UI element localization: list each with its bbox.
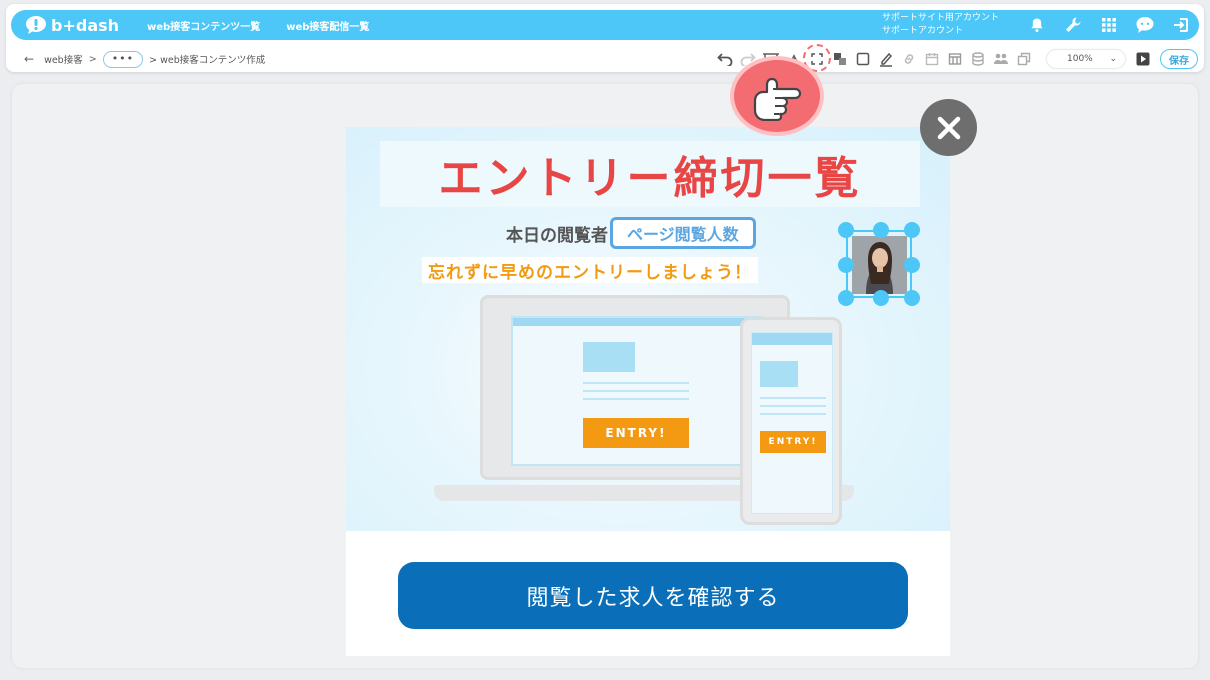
resize-handle-bottom-left[interactable] xyxy=(838,290,854,306)
account-info[interactable]: サポートサイト用アカウント サポートアカウント xyxy=(882,12,999,38)
resize-handle-top-right[interactable] xyxy=(904,222,920,238)
pen-icon[interactable] xyxy=(874,47,897,71)
subtitle-box: 忘れずに早めのエントリーしましょう！ xyxy=(422,257,758,283)
popup-title: エントリー締切一覧 xyxy=(438,153,862,204)
breadcrumb-separator: > xyxy=(88,53,97,65)
nav-delivery-list[interactable]: web接客配信一覧 xyxy=(286,18,369,33)
phone-entry-label: ENTRY! xyxy=(760,431,826,453)
users-icon[interactable] xyxy=(989,47,1012,71)
viewers-label: 本日の閲覧者 xyxy=(506,225,608,246)
grid-icon[interactable] xyxy=(1091,10,1127,40)
laptop-entry-label: ENTRY! xyxy=(583,418,689,448)
resize-handle-left[interactable] xyxy=(838,257,854,273)
table-icon[interactable] xyxy=(943,47,966,71)
database-icon[interactable] xyxy=(966,47,989,71)
phone-text-line xyxy=(760,405,826,407)
resize-handle-bottom-right[interactable] xyxy=(904,290,920,306)
phone-screen: ENTRY! xyxy=(751,332,833,514)
laptop-image-placeholder xyxy=(583,342,635,372)
breadcrumb-root[interactable]: web接客 xyxy=(44,52,83,66)
undo-icon[interactable] xyxy=(713,47,736,71)
account-line1: サポートサイト用アカウント xyxy=(881,13,999,23)
header-bar: b+dash web接客コンテンツ一覧 web接客配信一覧 サポートサイト用アカ… xyxy=(11,10,1199,40)
phone-text-line xyxy=(760,397,826,399)
save-button[interactable]: 保存 xyxy=(1160,49,1198,69)
laptop-screen: ENTRY! xyxy=(511,316,763,466)
hand-pointer-icon xyxy=(730,56,824,136)
breadcrumb-current: > web接客コンテンツ作成 xyxy=(149,55,266,66)
copy-icon[interactable] xyxy=(1012,47,1035,71)
laptop-text-line xyxy=(583,382,689,384)
popup-subtitle: 忘れずに早めのエントリーしましょう！ xyxy=(428,262,752,283)
top-panel: b+dash web接客コンテンツ一覧 web接客配信一覧 サポートサイト用アカ… xyxy=(6,4,1204,72)
zoom-select[interactable]: 100% ⌄ xyxy=(1047,50,1125,68)
header-right: サポートサイト用アカウント サポートアカウント xyxy=(882,10,1199,40)
resize-handle-top-left[interactable] xyxy=(838,222,854,238)
preview-play-icon[interactable] xyxy=(1131,47,1154,71)
calendar-icon[interactable] xyxy=(920,47,943,71)
selected-photo[interactable] xyxy=(838,222,920,306)
logo[interactable]: b+dash xyxy=(25,15,119,35)
zoom-value: 100% xyxy=(1067,54,1093,64)
wrench-icon[interactable] xyxy=(1055,10,1091,40)
banner-image[interactable]: エントリー締切一覧 本日の閲覧者 ページ閲覧人数 忘れずに早めのエントリーしまし… xyxy=(346,127,950,531)
link-icon[interactable] xyxy=(897,47,920,71)
resize-handle-bottom[interactable] xyxy=(873,290,889,306)
back-arrow-icon[interactable]: ← xyxy=(24,52,34,66)
cta-button[interactable]: 閲覧した求人を確認する xyxy=(398,562,908,629)
popup-content: エントリー締切一覧 本日の閲覧者 ページ閲覧人数 忘れずに早めのエントリーしまし… xyxy=(346,127,950,656)
account-line2: サポートアカウント xyxy=(881,26,963,36)
laptop-text-line xyxy=(583,390,689,392)
chat-icon[interactable] xyxy=(1127,10,1163,40)
title-box: エントリー締切一覧 xyxy=(380,141,920,207)
laptop-screen-header xyxy=(513,318,761,326)
layers-icon[interactable] xyxy=(828,47,851,71)
phone-text-line xyxy=(760,413,826,415)
phone-image-placeholder xyxy=(760,361,798,387)
square-icon[interactable] xyxy=(851,47,874,71)
logout-icon[interactable] xyxy=(1163,10,1199,40)
viewers-pill: ページ閲覧人数 xyxy=(610,217,756,249)
sub-bar: ← web接客 > ••• > web接客コンテンツ作成 100% ⌄ 保存 xyxy=(6,42,1204,76)
bell-icon[interactable] xyxy=(1019,10,1055,40)
nav-content-list[interactable]: web接客コンテンツ一覧 xyxy=(147,18,260,33)
logo-text: b+dash xyxy=(51,15,120,35)
phone-illustration: ENTRY! xyxy=(740,317,842,525)
breadcrumb: ← web接客 > ••• > web接客コンテンツ作成 xyxy=(24,50,266,68)
resize-handle-right[interactable] xyxy=(904,257,920,273)
person-photo xyxy=(852,236,907,294)
phone-screen-header xyxy=(752,333,832,345)
resize-handle-top[interactable] xyxy=(873,222,889,238)
laptop-text-line xyxy=(583,398,689,400)
viewers-row: 本日の閲覧者 ページ閲覧人数 xyxy=(506,217,756,249)
logo-icon xyxy=(26,16,46,34)
chevron-down-icon: ⌄ xyxy=(1109,54,1117,64)
breadcrumb-more-button[interactable]: ••• xyxy=(102,50,144,68)
close-icon[interactable] xyxy=(920,99,977,156)
